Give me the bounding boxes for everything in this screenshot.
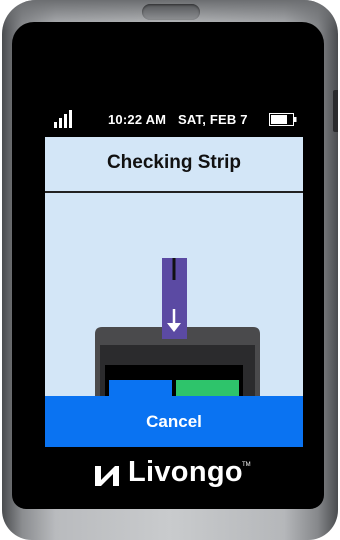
brand-name: Livongo — [128, 456, 243, 488]
status-date: SAT, FEB 7 — [178, 112, 248, 127]
brand-trademark: TM — [242, 462, 251, 468]
meter-blue-segment — [109, 380, 172, 397]
battery-icon — [269, 113, 297, 126]
brand-logo: Livongo TM — [0, 456, 340, 496]
device-notch — [142, 4, 200, 20]
side-button[interactable] — [333, 90, 338, 132]
title-bar: Checking Strip — [45, 137, 303, 193]
livongo-mark-icon — [95, 466, 119, 486]
test-strip-graphic — [162, 258, 187, 339]
meter-screen: Checking Strip Cancel — [45, 137, 303, 447]
cancel-button[interactable]: Cancel — [45, 396, 303, 447]
signal-bars-icon — [54, 110, 72, 128]
status-time: 10:22 AM — [108, 112, 167, 127]
status-bar: 10:22 AM SAT, FEB 7 — [45, 108, 303, 134]
page-title: Checking Strip — [106, 152, 242, 173]
meter-green-segment — [176, 380, 239, 397]
